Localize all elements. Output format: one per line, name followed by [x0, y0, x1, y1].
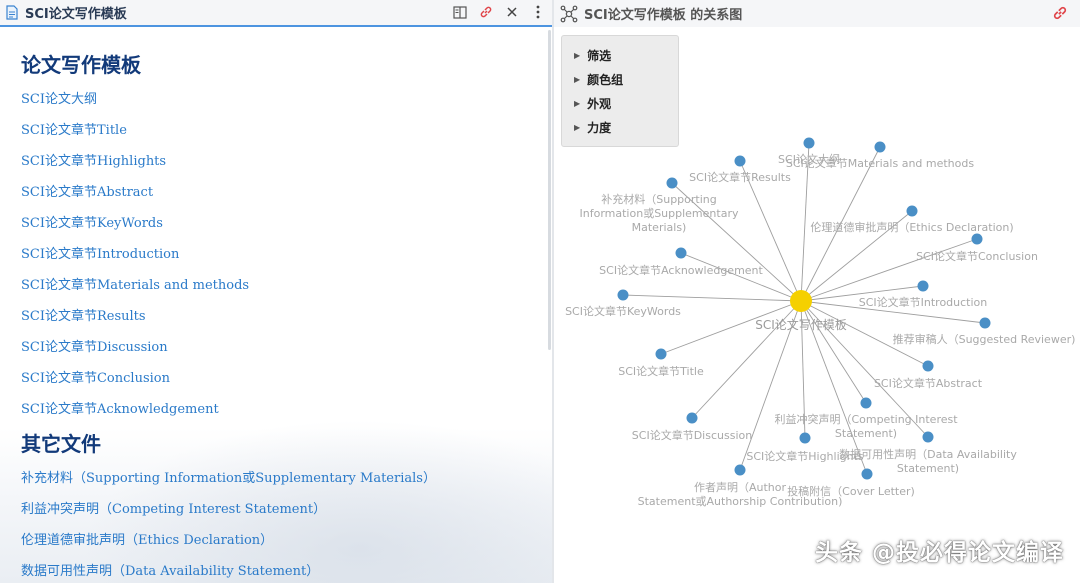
node-title[interactable] — [655, 348, 667, 360]
caret-right-icon: ▶ — [574, 75, 581, 84]
color-groups-section[interactable]: ▶ 颜色组 — [574, 71, 623, 88]
link-discussion[interactable]: SCI论文章节Discussion — [21, 336, 168, 355]
link-data-availability[interactable]: 数据可用性声明（Data Availability Statement） — [21, 560, 319, 579]
link-materials-methods[interactable]: SCI论文章节Materials and methods — [21, 274, 249, 293]
node-competing-interest[interactable] — [860, 397, 872, 409]
label-conclusion: SCI论文章节Conclusion — [916, 249, 1038, 263]
filter-label: 筛选 — [587, 49, 612, 63]
label-abstract: SCI论文章节Abstract — [874, 376, 983, 390]
label-materials-methods: SCI论文章节Materials and methods — [786, 156, 974, 170]
label-title: SCI论文章节Title — [618, 364, 704, 378]
link-outline[interactable]: SCI论文大纲 — [21, 88, 97, 107]
close-icon[interactable] — [504, 4, 520, 20]
label-supporting-line2: Information或Supplementary — [580, 207, 739, 220]
label-ethics-declaration: 伦理道德审批声明（Ethics Declaration) — [810, 220, 1013, 234]
link-keywords[interactable]: SCI论文章节KeyWords — [21, 212, 163, 231]
background-image — [60, 409, 552, 583]
appearance-section[interactable]: ▶ 外观 — [574, 95, 611, 112]
forces-label: 力度 — [587, 121, 612, 135]
label-introduction: SCI论文章节Introduction — [859, 295, 988, 309]
node-conclusion[interactable] — [971, 233, 983, 245]
label-supporting-line1: 补充材料（Supporting — [601, 192, 717, 206]
heading-writing-template: 论文写作模板 — [21, 53, 141, 77]
scrollbar[interactable] — [548, 30, 551, 350]
label-keywords: SCI论文章节KeyWords — [565, 304, 681, 318]
edge-conclusion — [800, 238, 978, 302]
node-outline[interactable] — [803, 137, 815, 149]
node-highlights[interactable] — [799, 432, 811, 444]
label-cover-letter: 投稿附信（Cover Letter) — [787, 484, 915, 498]
node-cover-letter[interactable] — [861, 468, 873, 480]
link-title[interactable]: SCI论文章节Title — [21, 119, 127, 138]
node-materials-methods[interactable] — [874, 141, 886, 153]
filter-section[interactable]: ▶ 筛选 — [574, 47, 611, 64]
edge-keywords — [622, 294, 802, 302]
node-introduction[interactable] — [917, 280, 929, 292]
label-suggested-reviewer: 推荐审稿人（Suggested Reviewer) — [893, 332, 1076, 346]
document-tab[interactable]: SCI论文写作模板 — [0, 0, 552, 27]
caret-right-icon: ▶ — [574, 51, 581, 60]
watermark-text: 头条 @投必得论文编译 — [814, 540, 1064, 566]
node-author-statement[interactable] — [734, 464, 746, 476]
link-introduction[interactable]: SCI论文章节Introduction — [21, 243, 179, 262]
color-groups-label: 颜色组 — [587, 73, 624, 87]
label-competing-line1: 利益冲突声明（Competing Interest — [774, 412, 958, 426]
link-results[interactable]: SCI论文章节Results — [21, 305, 146, 324]
node-supporting-information[interactable] — [666, 177, 678, 189]
graph-settings-panel: ▶ 筛选 ▶ 颜色组 ▶ 外观 ▶ 力度 — [561, 35, 679, 147]
label-supporting-line3: Materials) — [632, 221, 687, 234]
document-pane: SCI论文写作模板 论文写作模板 SCI论文大纲 SCI论文章节Title SC… — [0, 0, 552, 583]
more-options-icon[interactable] — [530, 4, 546, 20]
forces-section[interactable]: ▶ 力度 — [574, 119, 611, 136]
graph-pane: SCI论文写作模板 的关系图 SCI论文大纲 SCI论文章节Materials a… — [554, 0, 1080, 583]
label-data-availability-line1: 数据可用性声明（Data Availability — [839, 447, 1017, 461]
label-competing-line2: Statement) — [835, 427, 897, 440]
link-competing-interest[interactable]: 利益冲突声明（Competing Interest Statement） — [21, 498, 326, 517]
caret-right-icon: ▶ — [574, 123, 581, 132]
edge-competing-interest — [800, 300, 867, 404]
link-abstract[interactable]: SCI论文章节Abstract — [21, 181, 153, 200]
heading-other-files: 其它文件 — [21, 432, 101, 456]
node-abstract[interactable] — [922, 360, 934, 372]
document-icon — [6, 5, 18, 20]
label-results: SCI论文章节Results — [689, 170, 791, 184]
label-discussion: SCI论文章节Discussion — [632, 428, 752, 442]
document-tab-title: SCI论文写作模板 — [25, 7, 127, 22]
label-author-line1: 作者声明（Author — [694, 480, 787, 494]
label-highlights: SCI论文章节Highlights — [746, 449, 864, 463]
link-acknowledgement[interactable]: SCI论文章节Acknowledgement — [21, 398, 219, 417]
appearance-label: 外观 — [587, 97, 612, 111]
label-acknowledgement: SCI论文章节Acknowledgement — [599, 263, 763, 277]
tab-actions — [452, 4, 546, 20]
app-window: SCI论文写作模板 论文写作模板 SCI论文大纲 SCI论文章节Title SC… — [0, 0, 1080, 583]
label-center: SCI论文写作模板 — [755, 317, 847, 332]
label-data-availability-line2: Statement) — [897, 462, 959, 475]
caret-right-icon: ▶ — [574, 99, 581, 108]
node-results[interactable] — [734, 155, 746, 167]
reading-view-icon[interactable] — [452, 4, 468, 20]
document-content: 论文写作模板 SCI论文大纲 SCI论文章节Title SCI论文章节Highl… — [0, 29, 552, 583]
graph-labels: SCI论文大纲SCI论文章节Materials and methodsSCI论文… — [565, 152, 1075, 508]
node-data-availability[interactable] — [922, 431, 934, 443]
node-discussion[interactable] — [686, 412, 698, 424]
node-ethics-declaration[interactable] — [906, 205, 918, 217]
link-conclusion[interactable]: SCI论文章节Conclusion — [21, 367, 170, 386]
node-acknowledgement[interactable] — [675, 247, 687, 259]
node-center[interactable] — [790, 290, 812, 312]
node-keywords[interactable] — [617, 289, 629, 301]
link-ethics-declaration[interactable]: 伦理道德审批声明（Ethics Declaration） — [21, 529, 273, 548]
node-suggested-reviewer[interactable] — [979, 317, 991, 329]
link-highlights[interactable]: SCI论文章节Highlights — [21, 150, 166, 169]
link-supporting-information[interactable]: 补充材料（Supporting Information或Supplementar… — [21, 467, 436, 486]
link-icon[interactable] — [478, 4, 494, 20]
